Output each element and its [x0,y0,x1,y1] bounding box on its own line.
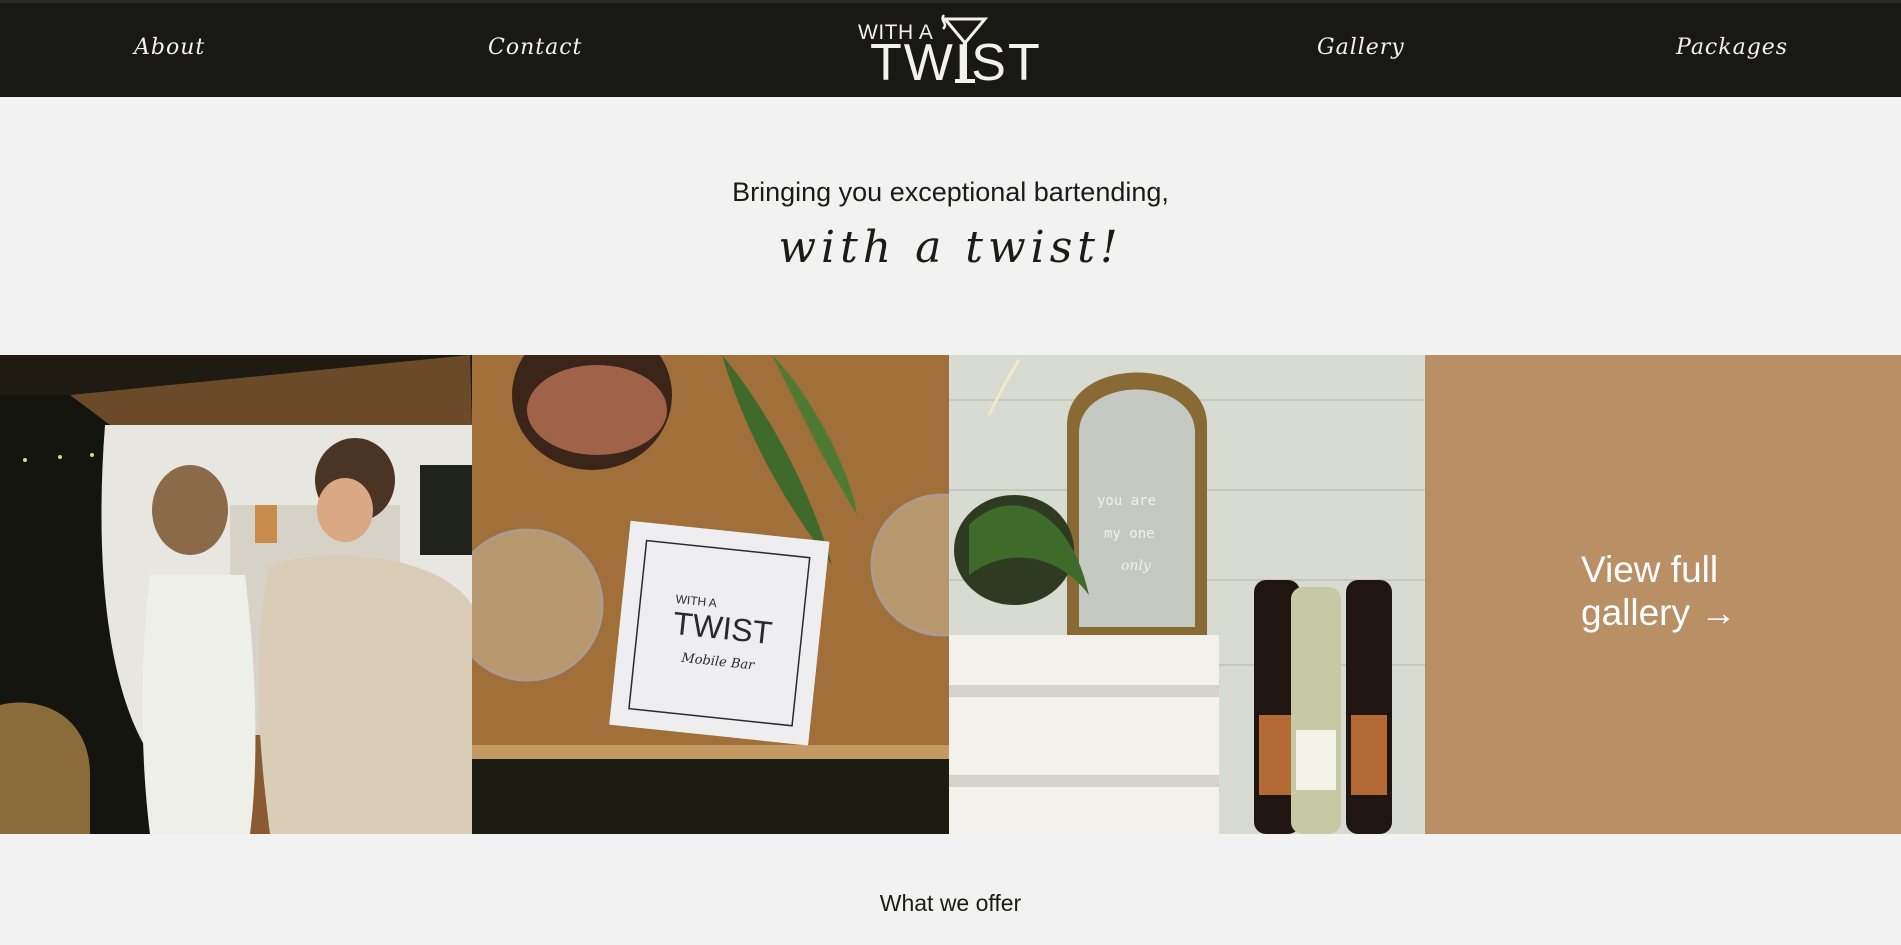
view-full-gallery-link[interactable]: View full gallery → [1581,548,1736,634]
arrow-right-icon: → [1700,592,1737,633]
couple-toast-image [0,355,472,834]
mirror-text-1: you are [1097,493,1156,509]
logo-twist: TWIST [870,34,1042,92]
gallery-photo-couple[interactable] [0,355,472,834]
hero-script-text: with a twist! [778,222,1123,273]
view-full-gallery-tile[interactable]: View full gallery → [1425,355,1901,834]
what-we-offer-heading: What we offer [879,890,1022,916]
view-full-line2: gallery [1581,592,1690,633]
nav-packages-link[interactable]: Packages [1676,35,1788,60]
site-logo[interactable]: WITH A TWIST [855,11,1040,91]
mirror-wine-image: you are my one only [949,355,1425,834]
napkin-bar-image: WITH A TWIST Mobile Bar [472,355,949,834]
mirror-text-2: my one [1104,526,1155,542]
top-nav: About Contact WITH A TWIST Gallery Packa… [0,0,1901,97]
gallery-strip: WITH A TWIST Mobile Bar you are my one o… [0,355,1901,834]
mirror-text-3: only [1121,558,1152,574]
nav-contact-link[interactable]: Contact [488,35,582,60]
hero-tagline: Bringing you exceptional bartending, [732,177,1169,207]
gallery-photo-mirror[interactable]: you are my one only [949,355,1425,834]
nav-about-link[interactable]: About [134,35,205,60]
view-full-line1: View full [1581,549,1719,590]
gallery-photo-napkin[interactable]: WITH A TWIST Mobile Bar [472,355,949,834]
